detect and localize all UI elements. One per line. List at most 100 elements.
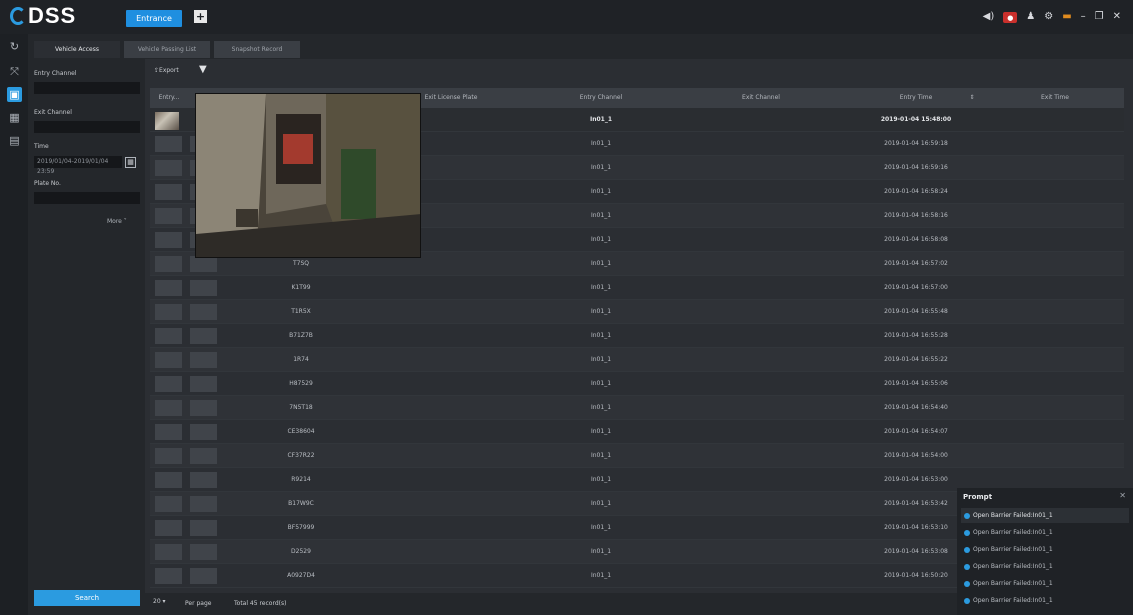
sort-icon[interactable]: ⇕: [962, 88, 982, 108]
entry-time-cell: 2019-01-04 16:57:02: [884, 260, 948, 267]
list-icon[interactable]: ▦: [7, 110, 22, 125]
entry-snapshot-thumbnail[interactable]: [155, 232, 182, 248]
search-button[interactable]: Search: [34, 590, 140, 606]
entry-snapshot-thumbnail[interactable]: [155, 184, 182, 200]
exit-snapshot-thumbnail[interactable]: [190, 472, 217, 488]
close-icon[interactable]: ✕: [1113, 11, 1121, 23]
entry-snapshot-thumbnail[interactable]: [155, 352, 182, 368]
table-row[interactable]: K1T99 In01_1 2019-01-04 16:57:00: [150, 276, 1124, 300]
prompt-item[interactable]: Open Barrier Failed:In01_1: [961, 508, 1129, 523]
entry-snapshot-thumbnail[interactable]: [155, 112, 179, 130]
col-entry-snapshot[interactable]: Entry...: [150, 88, 188, 108]
entry-snapshot-thumbnail[interactable]: [155, 472, 182, 488]
filter-icon[interactable]: ▼: [199, 64, 207, 75]
prompt-item[interactable]: Open Barrier Failed:In01_1: [961, 559, 1129, 574]
entry-snapshot-thumbnail[interactable]: [155, 328, 182, 344]
entry-snapshot-thumbnail[interactable]: [155, 448, 182, 464]
entry-time-cell: 2019-01-04 16:55:06: [884, 380, 948, 387]
plate-no-field[interactable]: [34, 192, 140, 204]
table-row[interactable]: 7N5T18 In01_1 2019-01-04 16:54:40: [150, 396, 1124, 420]
exit-snapshot-thumbnail[interactable]: [190, 352, 217, 368]
prompt-item-text: Open Barrier Failed:In01_1: [973, 546, 1053, 553]
prompt-item[interactable]: Open Barrier Failed:In01_1: [961, 593, 1129, 608]
exit-snapshot-thumbnail[interactable]: [190, 568, 217, 584]
exit-channel-label: Exit Channel: [34, 109, 72, 116]
exit-snapshot-thumbnail[interactable]: [190, 304, 217, 320]
prompt-panel: Prompt ✕ Open Barrier Failed:In01_1 Open …: [957, 488, 1133, 615]
calendar-icon[interactable]: ▦: [125, 157, 136, 168]
warning-icon[interactable]: ▬: [1062, 11, 1071, 23]
prompt-item[interactable]: Open Barrier Failed:In01_1: [961, 525, 1129, 540]
exit-snapshot-thumbnail[interactable]: [190, 376, 217, 392]
entry-snapshot-thumbnail[interactable]: [155, 520, 182, 536]
table-row[interactable]: 1R74 In01_1 2019-01-04 16:55:22: [150, 348, 1124, 372]
exit-snapshot-thumbnail[interactable]: [190, 280, 217, 296]
exit-snapshot-thumbnail[interactable]: [190, 496, 217, 512]
table-row[interactable]: T1R5X In01_1 2019-01-04 16:55:48: [150, 300, 1124, 324]
info-dot-icon: [964, 598, 970, 604]
alarm-icon[interactable]: ●: [1003, 11, 1018, 23]
entry-channel-cell: In01_1: [590, 236, 612, 243]
exit-snapshot-thumbnail[interactable]: [190, 400, 217, 416]
exit-snapshot-thumbnail[interactable]: [190, 544, 217, 560]
exit-snapshot-thumbnail[interactable]: [190, 328, 217, 344]
add-tab-button[interactable]: +: [194, 10, 207, 23]
exit-snapshot-thumbnail[interactable]: [190, 520, 217, 536]
export-button[interactable]: ⇪Export: [154, 67, 179, 74]
snapshot-scene: [196, 94, 420, 257]
exit-snapshot-thumbnail[interactable]: [190, 448, 217, 464]
time-range-field[interactable]: 2019/01/04-2019/01/04 23:59: [34, 156, 122, 175]
time-label: Time: [34, 143, 49, 150]
tab-vehicle-access[interactable]: Vehicle Access: [34, 41, 120, 58]
entry-snapshot-thumbnail[interactable]: [155, 496, 182, 512]
prompt-close-icon[interactable]: ✕: [1119, 491, 1126, 500]
exit-channel-cell: [676, 180, 846, 203]
entry-snapshot-thumbnail[interactable]: [155, 424, 182, 440]
entry-snapshot-thumbnail[interactable]: [155, 160, 182, 176]
refresh-icon[interactable]: ↻: [7, 39, 22, 54]
col-exit-time[interactable]: Exit Time: [986, 88, 1124, 108]
table-row[interactable]: CF37R22 In01_1 2019-01-04 16:54:00: [150, 444, 1124, 468]
tab-snapshot-record[interactable]: Snapshot Record: [214, 41, 300, 58]
entry-channel-cell: In01_1: [590, 212, 612, 219]
prompt-item-text: Open Barrier Failed:In01_1: [973, 597, 1053, 604]
entry-snapshot-thumbnail[interactable]: [155, 544, 182, 560]
entry-snapshot-thumbnail[interactable]: [155, 304, 182, 320]
entry-channel-field[interactable]: [34, 82, 140, 94]
entry-snapshot-thumbnail[interactable]: [155, 136, 182, 152]
exit-channel-field[interactable]: [34, 121, 140, 133]
entry-snapshot-thumbnail[interactable]: [155, 568, 182, 584]
entry-snapshot-thumbnail[interactable]: [155, 256, 182, 272]
minimize-icon[interactable]: –: [1081, 11, 1086, 23]
page-size-select[interactable]: 20 ▾: [153, 598, 166, 605]
split-icon[interactable]: ⤧: [7, 64, 22, 79]
license-plate-cell: 1R74: [293, 356, 309, 363]
vehicle-record-icon[interactable]: ▣: [7, 87, 22, 102]
entry-channel-cell: In01_1: [590, 572, 612, 579]
license-plate-cell: R9214: [291, 476, 311, 483]
col-exit-channel[interactable]: Exit Channel: [676, 88, 846, 108]
entry-snapshot-thumbnail[interactable]: [155, 208, 182, 224]
report-icon[interactable]: ▤: [7, 133, 22, 148]
entrance-tab-button[interactable]: Entrance: [126, 10, 182, 27]
exit-snapshot-thumbnail[interactable]: [190, 424, 217, 440]
entry-snapshot-thumbnail[interactable]: [155, 280, 182, 296]
speaker-icon[interactable]: ◀): [983, 11, 995, 23]
top-bar: DSS Entrance + ◀) ● ♟ ⚙ ▬ – ❐ ✕: [0, 0, 1133, 34]
entry-snapshot-thumbnail[interactable]: [155, 376, 182, 392]
table-row[interactable]: H87529 In01_1 2019-01-04 16:55:06: [150, 372, 1124, 396]
user-icon[interactable]: ♟: [1026, 11, 1035, 23]
prompt-item[interactable]: Open Barrier Failed:In01_1: [961, 542, 1129, 557]
entry-channel-cell: In01_1: [590, 548, 612, 555]
more-filters-link[interactable]: More ˅: [107, 218, 127, 225]
gear-icon[interactable]: ⚙: [1044, 11, 1053, 23]
exit-snapshot-thumbnail[interactable]: [190, 256, 217, 272]
restore-icon[interactable]: ❐: [1095, 11, 1104, 23]
table-row[interactable]: CE38604 In01_1 2019-01-04 16:54:07: [150, 420, 1124, 444]
entry-time-cell: 2019-01-04 16:55:48: [884, 308, 948, 315]
entry-snapshot-thumbnail[interactable]: [155, 400, 182, 416]
col-entry-channel[interactable]: Entry Channel: [526, 88, 676, 108]
prompt-item[interactable]: Open Barrier Failed:In01_1: [961, 576, 1129, 591]
table-row[interactable]: B71Z7B In01_1 2019-01-04 16:55:28: [150, 324, 1124, 348]
tab-vehicle-passing-list[interactable]: Vehicle Passing List: [124, 41, 210, 58]
